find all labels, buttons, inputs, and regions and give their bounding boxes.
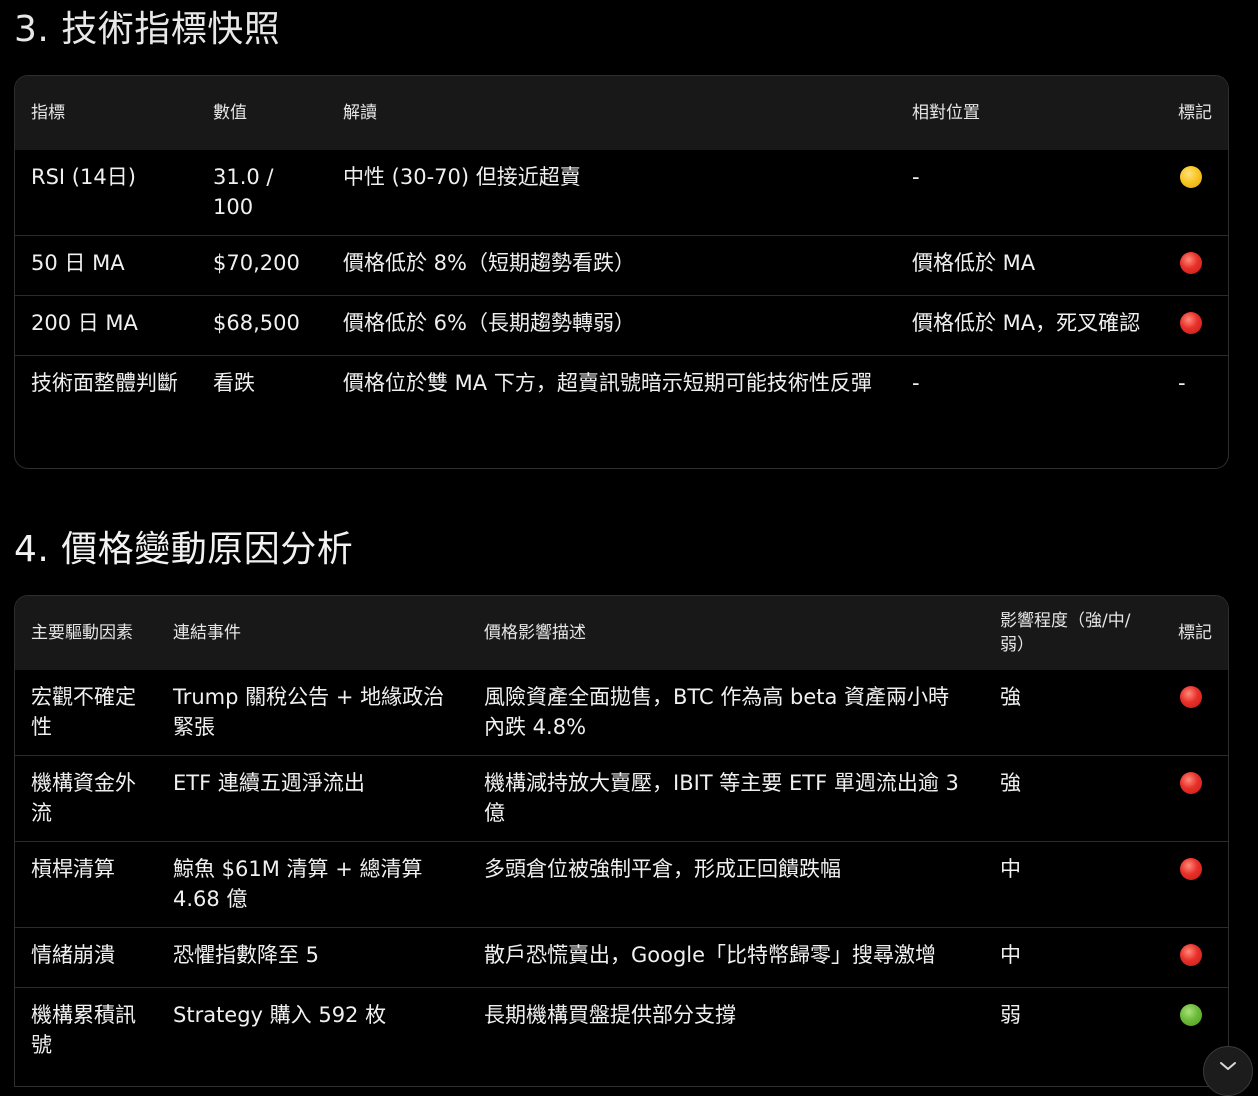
column-header-position: 相對位置 bbox=[912, 103, 980, 123]
column-header-marker: 標記 bbox=[1178, 103, 1212, 123]
interpretation-cell: 價格低於 8%（短期趨勢看跌） bbox=[327, 235, 896, 296]
technical-indicators-table-container: 指標 數值 解讀 相對位置 標記 RSI (14日) 31.0 / 100 中性… bbox=[14, 75, 1229, 469]
driver-cell: 情緒崩潰 bbox=[15, 927, 157, 988]
scroll-down-button[interactable] bbox=[1203, 1046, 1253, 1096]
technical-indicators-table: 指標 數值 解讀 相對位置 標記 RSI (14日) 31.0 / 100 中性… bbox=[15, 76, 1228, 411]
strength-cell: 弱 bbox=[984, 987, 1162, 1073]
driver-cell: 機構資金外流 bbox=[15, 755, 157, 842]
green-circle-icon bbox=[1180, 1004, 1202, 1026]
strength-cell: 強 bbox=[984, 755, 1162, 842]
position-cell: 價格低於 MA bbox=[896, 235, 1162, 296]
red-circle-icon bbox=[1180, 252, 1202, 274]
column-header-event: 連結事件 bbox=[173, 623, 241, 643]
value-cell: 31.0 / 100 bbox=[213, 165, 274, 219]
table-row: 技術面整體判斷 看跌 價格位於雙 MA 下方，超賣訊號暗示短期可能技術性反彈 -… bbox=[15, 355, 1228, 411]
table-row: 槓桿清算 鯨魚 $61M 清算 + 總清算 4.68 億 多頭倉位被強制平倉，形… bbox=[15, 841, 1228, 928]
table-row: 200 日 MA $68,500 價格低於 6%（長期趨勢轉弱） 價格低於 MA… bbox=[15, 295, 1228, 356]
event-cell: 鯨魚 $61M 清算 + 總清算 4.68 億 bbox=[157, 841, 468, 928]
column-header-value: 數值 bbox=[213, 103, 247, 123]
section-3-title: 3. 技術指標快照 bbox=[14, 9, 281, 50]
red-circle-icon bbox=[1180, 944, 1202, 966]
value-cell: $70,200 bbox=[197, 235, 327, 296]
interpretation-cell: 價格低於 6%（長期趨勢轉弱） bbox=[327, 295, 896, 356]
value-cell: 看跌 bbox=[197, 355, 327, 411]
red-circle-icon bbox=[1180, 772, 1202, 794]
impact-cell: 機構減持放大賣壓，IBIT 等主要 ETF 單週流出逾 3 億 bbox=[468, 755, 984, 842]
marker-cell bbox=[1162, 927, 1228, 988]
column-header-marker: 標記 bbox=[1178, 623, 1212, 643]
position-cell: 價格低於 MA，死叉確認 bbox=[896, 295, 1162, 356]
marker-cell bbox=[1162, 235, 1228, 296]
table-row: 機構累積訊號 Strategy 購入 592 枚 長期機構買盤提供部分支撐 弱 bbox=[15, 987, 1228, 1073]
impact-cell: 長期機構買盤提供部分支撐 bbox=[468, 987, 984, 1073]
event-cell: Trump 關稅公告 + 地緣政治緊張 bbox=[173, 685, 445, 739]
table-row: 機構資金外流 ETF 連續五週淨流出 機構減持放大賣壓，IBIT 等主要 ETF… bbox=[15, 755, 1228, 842]
impact-cell: 散戶恐慌賣出，Google「比特幣歸零」搜尋激增 bbox=[468, 927, 984, 988]
table-header-row: 主要驅動因素 連結事件 價格影響描述 影響程度（強/中/弱） 標記 bbox=[15, 596, 1228, 670]
table-row: RSI (14日) 31.0 / 100 中性 (30-70) 但接近超賣 - bbox=[15, 150, 1228, 236]
indicator-cell: 50 日 MA bbox=[15, 235, 197, 296]
marker-cell bbox=[1162, 295, 1228, 356]
interpretation-cell: 中性 (30-70) 但接近超賣 bbox=[343, 165, 581, 189]
impact-cell: 風險資產全面拋售，BTC 作為高 beta 資產兩小時內跌 4.8% bbox=[484, 685, 950, 739]
table-row: 50 日 MA $70,200 價格低於 8%（短期趨勢看跌） 價格低於 MA bbox=[15, 235, 1228, 296]
driver-cell: 機構累積訊號 bbox=[15, 987, 157, 1073]
indicator-cell: RSI (14日) bbox=[31, 165, 136, 189]
strength-cell: 中 bbox=[984, 841, 1162, 928]
price-drivers-table: 主要驅動因素 連結事件 價格影響描述 影響程度（強/中/弱） 標記 宏觀不確定性… bbox=[15, 596, 1228, 1073]
marker-cell bbox=[1162, 841, 1228, 928]
column-header-indicator: 指標 bbox=[31, 103, 65, 123]
value-cell: $68,500 bbox=[197, 295, 327, 356]
section-4-title: 4. 價格變動原因分析 bbox=[14, 529, 354, 570]
table-row: 宏觀不確定性 Trump 關稅公告 + 地緣政治緊張 風險資產全面拋售，BTC … bbox=[15, 670, 1228, 756]
column-header-driver: 主要驅動因素 bbox=[31, 623, 133, 643]
impact-cell: 多頭倉位被強制平倉，形成正回饋跌幅 bbox=[468, 841, 984, 928]
marker-cell bbox=[1162, 150, 1228, 236]
price-drivers-table-container: 主要驅動因素 連結事件 價格影響描述 影響程度（強/中/弱） 標記 宏觀不確定性… bbox=[14, 595, 1229, 1087]
driver-cell: 槓桿清算 bbox=[15, 841, 157, 928]
red-circle-icon bbox=[1180, 312, 1202, 334]
red-circle-icon bbox=[1180, 858, 1202, 880]
driver-cell: 宏觀不確定性 bbox=[31, 685, 136, 739]
event-cell: ETF 連續五週淨流出 bbox=[157, 755, 468, 842]
position-cell: - bbox=[912, 165, 920, 189]
event-cell: Strategy 購入 592 枚 bbox=[157, 987, 468, 1073]
indicator-cell: 技術面整體判斷 bbox=[15, 355, 197, 411]
yellow-circle-icon bbox=[1180, 166, 1202, 188]
strength-cell: 強 bbox=[1000, 685, 1021, 709]
chevron-down-icon bbox=[1220, 1062, 1236, 1070]
indicator-cell: 200 日 MA bbox=[15, 295, 197, 356]
column-header-impact: 價格影響描述 bbox=[484, 623, 586, 643]
marker-cell: - bbox=[1162, 355, 1228, 411]
marker-cell bbox=[1162, 670, 1228, 756]
strength-cell: 中 bbox=[984, 927, 1162, 988]
marker-cell bbox=[1162, 755, 1228, 842]
table-row: 情緒崩潰 恐懼指數降至 5 散戶恐慌賣出，Google「比特幣歸零」搜尋激增 中 bbox=[15, 927, 1228, 988]
column-header-strength: 影響程度（強/中/弱） bbox=[1000, 611, 1131, 655]
position-cell: - bbox=[896, 355, 1162, 411]
interpretation-cell: 價格位於雙 MA 下方，超賣訊號暗示短期可能技術性反彈 bbox=[327, 355, 896, 411]
event-cell: 恐懼指數降至 5 bbox=[157, 927, 468, 988]
red-circle-icon bbox=[1180, 686, 1202, 708]
column-header-interpretation: 解讀 bbox=[343, 103, 377, 123]
table-header-row: 指標 數值 解讀 相對位置 標記 bbox=[15, 76, 1228, 150]
